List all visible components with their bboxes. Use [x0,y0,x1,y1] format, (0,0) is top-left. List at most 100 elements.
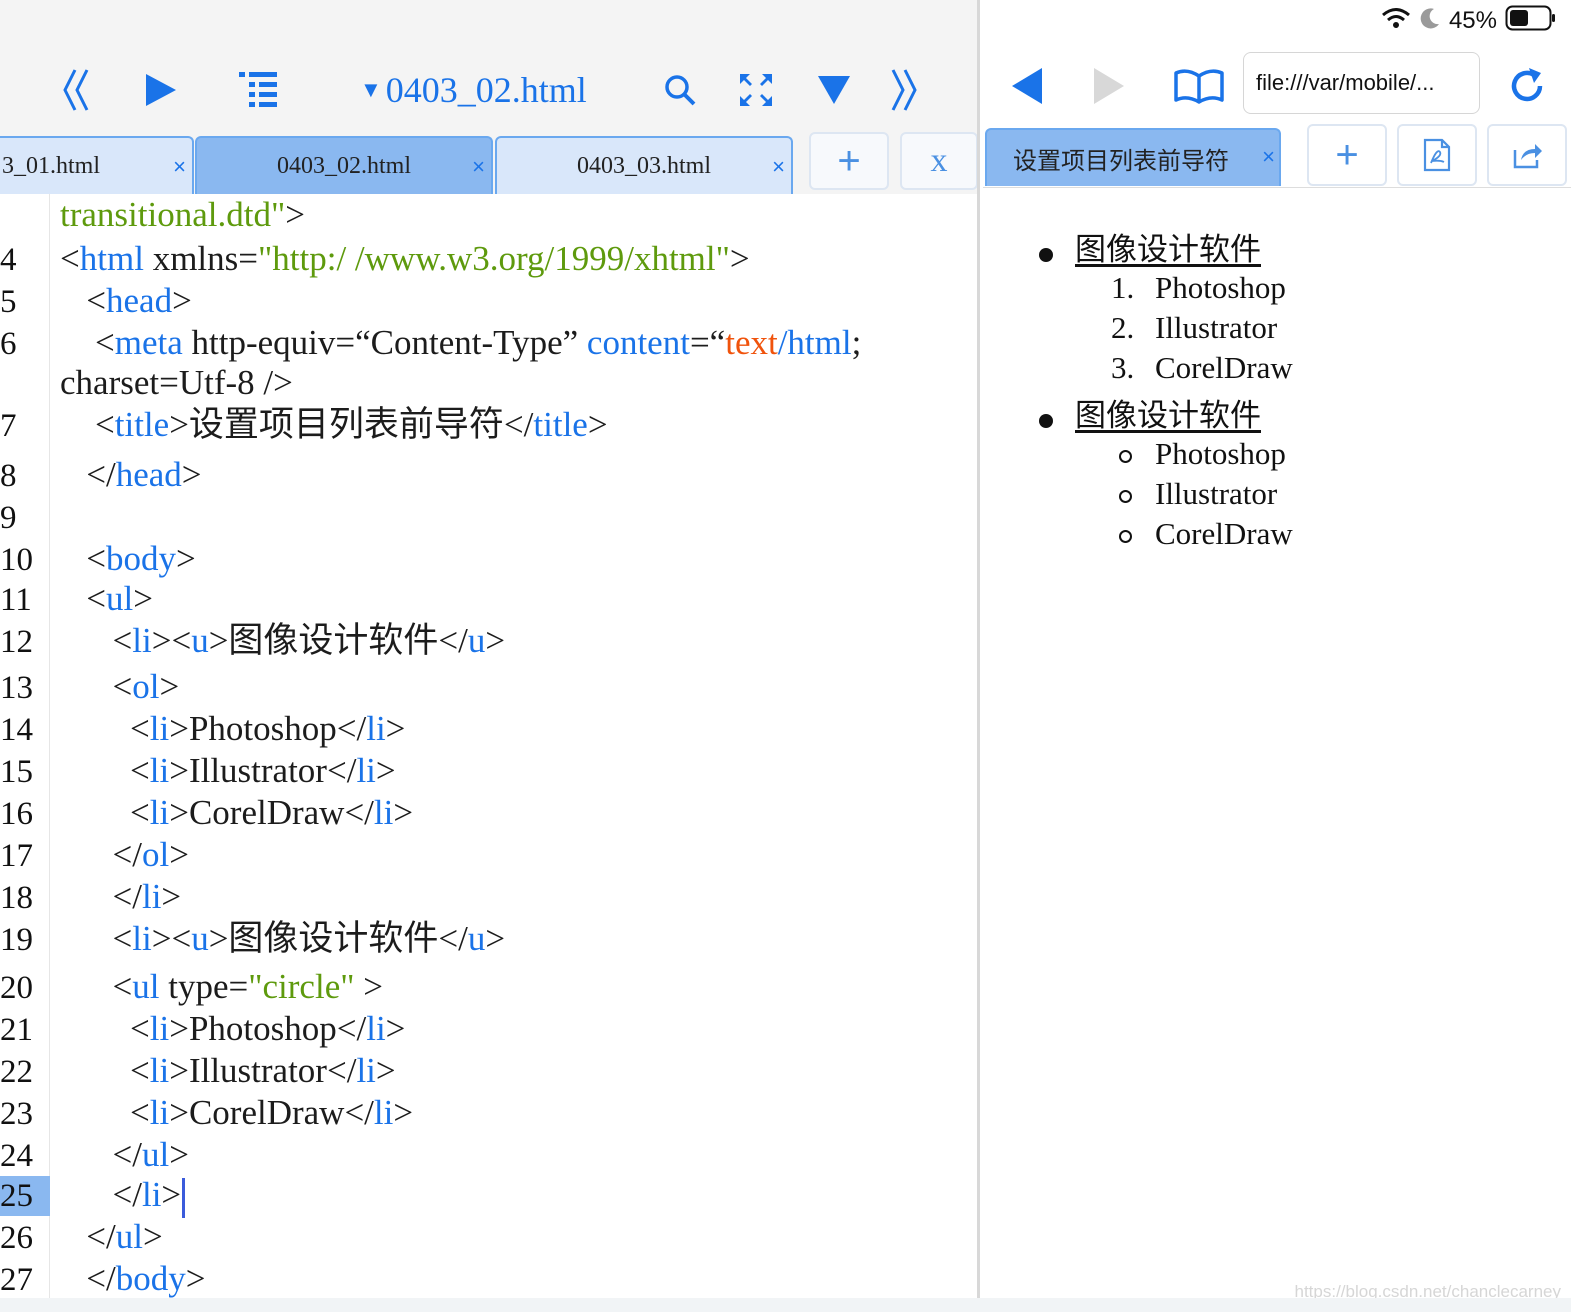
line-number: 13 [0,670,33,706]
code-token: li [366,709,386,748]
line-number: 27 [0,1262,33,1298]
list-bullet [1039,248,1053,262]
code-token: </ [60,455,116,494]
line-number: 6 [0,326,17,362]
code-line: transitional.dtd"> [60,194,305,236]
line-number: 12 [0,624,33,660]
code-token: > [133,579,153,618]
list-heading: 图像设计软件 [1075,398,1261,434]
tab-label: 0403_03.html [576,152,711,179]
tab-label: 3_01.html [2,152,101,179]
pdf-icon[interactable] [1397,124,1477,186]
text-cursor [182,1177,186,1218]
code-token: li [356,1051,376,1090]
code-token: > [375,751,396,790]
add-tab-button[interactable]: + [1307,124,1387,186]
tab-file-3[interactable]: 0403_03.html × [495,136,793,194]
code-line: <html xmlns="http:/ /www.w3.org/1999/xht… [60,238,750,280]
code-token: transitional.dtd" [60,195,286,234]
code-line: <li>Photoshop</li> [60,708,405,750]
list-bullet [1039,414,1053,428]
code-token: < [60,967,133,1006]
code-token: li [141,877,162,916]
code-token: text [725,323,778,362]
code-token: > [393,793,414,832]
file-title-dropdown[interactable]: ▼ 0403_02.html [360,66,587,114]
code-token: head [106,281,173,320]
code-token: > [159,667,180,706]
code-token: li [373,1093,394,1132]
fullscreen-icon[interactable] [732,62,780,118]
code-token: >CorelDraw</ [169,1093,374,1132]
code-token: li [141,1175,162,1214]
code-token: < [60,1051,150,1090]
double-right-icon[interactable] [880,62,928,118]
code-token: li [149,1093,170,1132]
code-token: < [60,579,106,618]
code-line: <li>Photoshop</li> [60,1008,405,1050]
code-token: title [114,405,170,444]
bookmarks-icon[interactable] [1171,58,1227,114]
reload-icon[interactable] [1501,58,1553,114]
code-line: <li>CorelDraw</li> [60,792,413,834]
code-token: </ [60,1175,142,1214]
line-number: 15 [0,754,33,790]
line-number: 14 [0,712,33,748]
back-icon[interactable] [1003,58,1051,114]
code-token: >Photoshop</ [169,709,367,748]
code-token: > [161,877,182,916]
close-icon[interactable]: × [1262,144,1275,170]
forward-icon[interactable] [1085,58,1133,114]
code-token: > [485,919,506,958]
play-icon[interactable] [136,62,184,118]
code-line: <ul type="circle" > [60,966,384,1008]
list-marker-number: 1. [1111,270,1135,305]
code-token: ul [106,579,134,618]
code-token: </ [60,877,142,916]
close-icon[interactable]: × [472,154,485,180]
code-line: </ul> [60,1216,162,1258]
line-number: 18 [0,880,33,916]
code-token: < [60,919,133,958]
line-number: 17 [0,838,33,874]
code-token: < [60,667,133,706]
outline-icon[interactable] [230,62,286,118]
tab-label: 设置项目列表前导符 [1013,147,1229,175]
code-token: > [385,709,406,748]
close-icon[interactable]: × [772,154,785,180]
code-token: title [533,405,588,444]
code-token: < [60,323,115,362]
tab-file-2[interactable]: 0403_02.html × [195,136,493,194]
tab-file-1[interactable]: 3_01.html × [0,136,194,194]
code-token: li [132,621,152,660]
code-token: > [729,239,750,278]
close-all-button[interactable]: x [900,132,977,190]
line-number: 10 [0,542,33,578]
bottom-strip [0,1298,1571,1312]
close-icon[interactable]: × [173,154,186,180]
url-field[interactable]: file:///var/mobile/... [1243,52,1480,114]
code-token: < [60,1093,150,1132]
search-icon[interactable] [656,62,704,118]
tab-browser-page[interactable]: 设置项目列表前导符 × [985,128,1281,186]
code-token: >Photoshop</ [169,1009,367,1048]
list-heading: 图像设计软件 [1075,232,1261,268]
code-token: < [60,621,133,660]
add-tab-button[interactable]: + [809,132,889,190]
code-area[interactable]: 4 5 6 7 8 9 10 11 12 13 14 15 16 17 18 19 20 21 22 23 24 25 26… [0,194,977,1298]
code-line: <ol> [60,666,180,708]
code-line: </body> [60,1258,205,1300]
share-icon[interactable] [1487,124,1567,186]
code-token: >< [151,621,192,660]
line-number: 4 [0,242,17,278]
code-token: > [285,195,305,234]
double-left-icon[interactable] [52,62,100,118]
code-line: </head> [60,454,201,496]
code-line: <body> [60,538,196,580]
dropdown-triangle-icon[interactable] [810,62,858,118]
code-token: </ [60,1259,116,1298]
list-item: CorelDraw [1155,516,1293,551]
code-token: < [60,709,150,748]
code-token: >CorelDraw</ [169,793,374,832]
code-token: "http:/ /www.w3.org/1999/xhtml" [258,239,730,278]
